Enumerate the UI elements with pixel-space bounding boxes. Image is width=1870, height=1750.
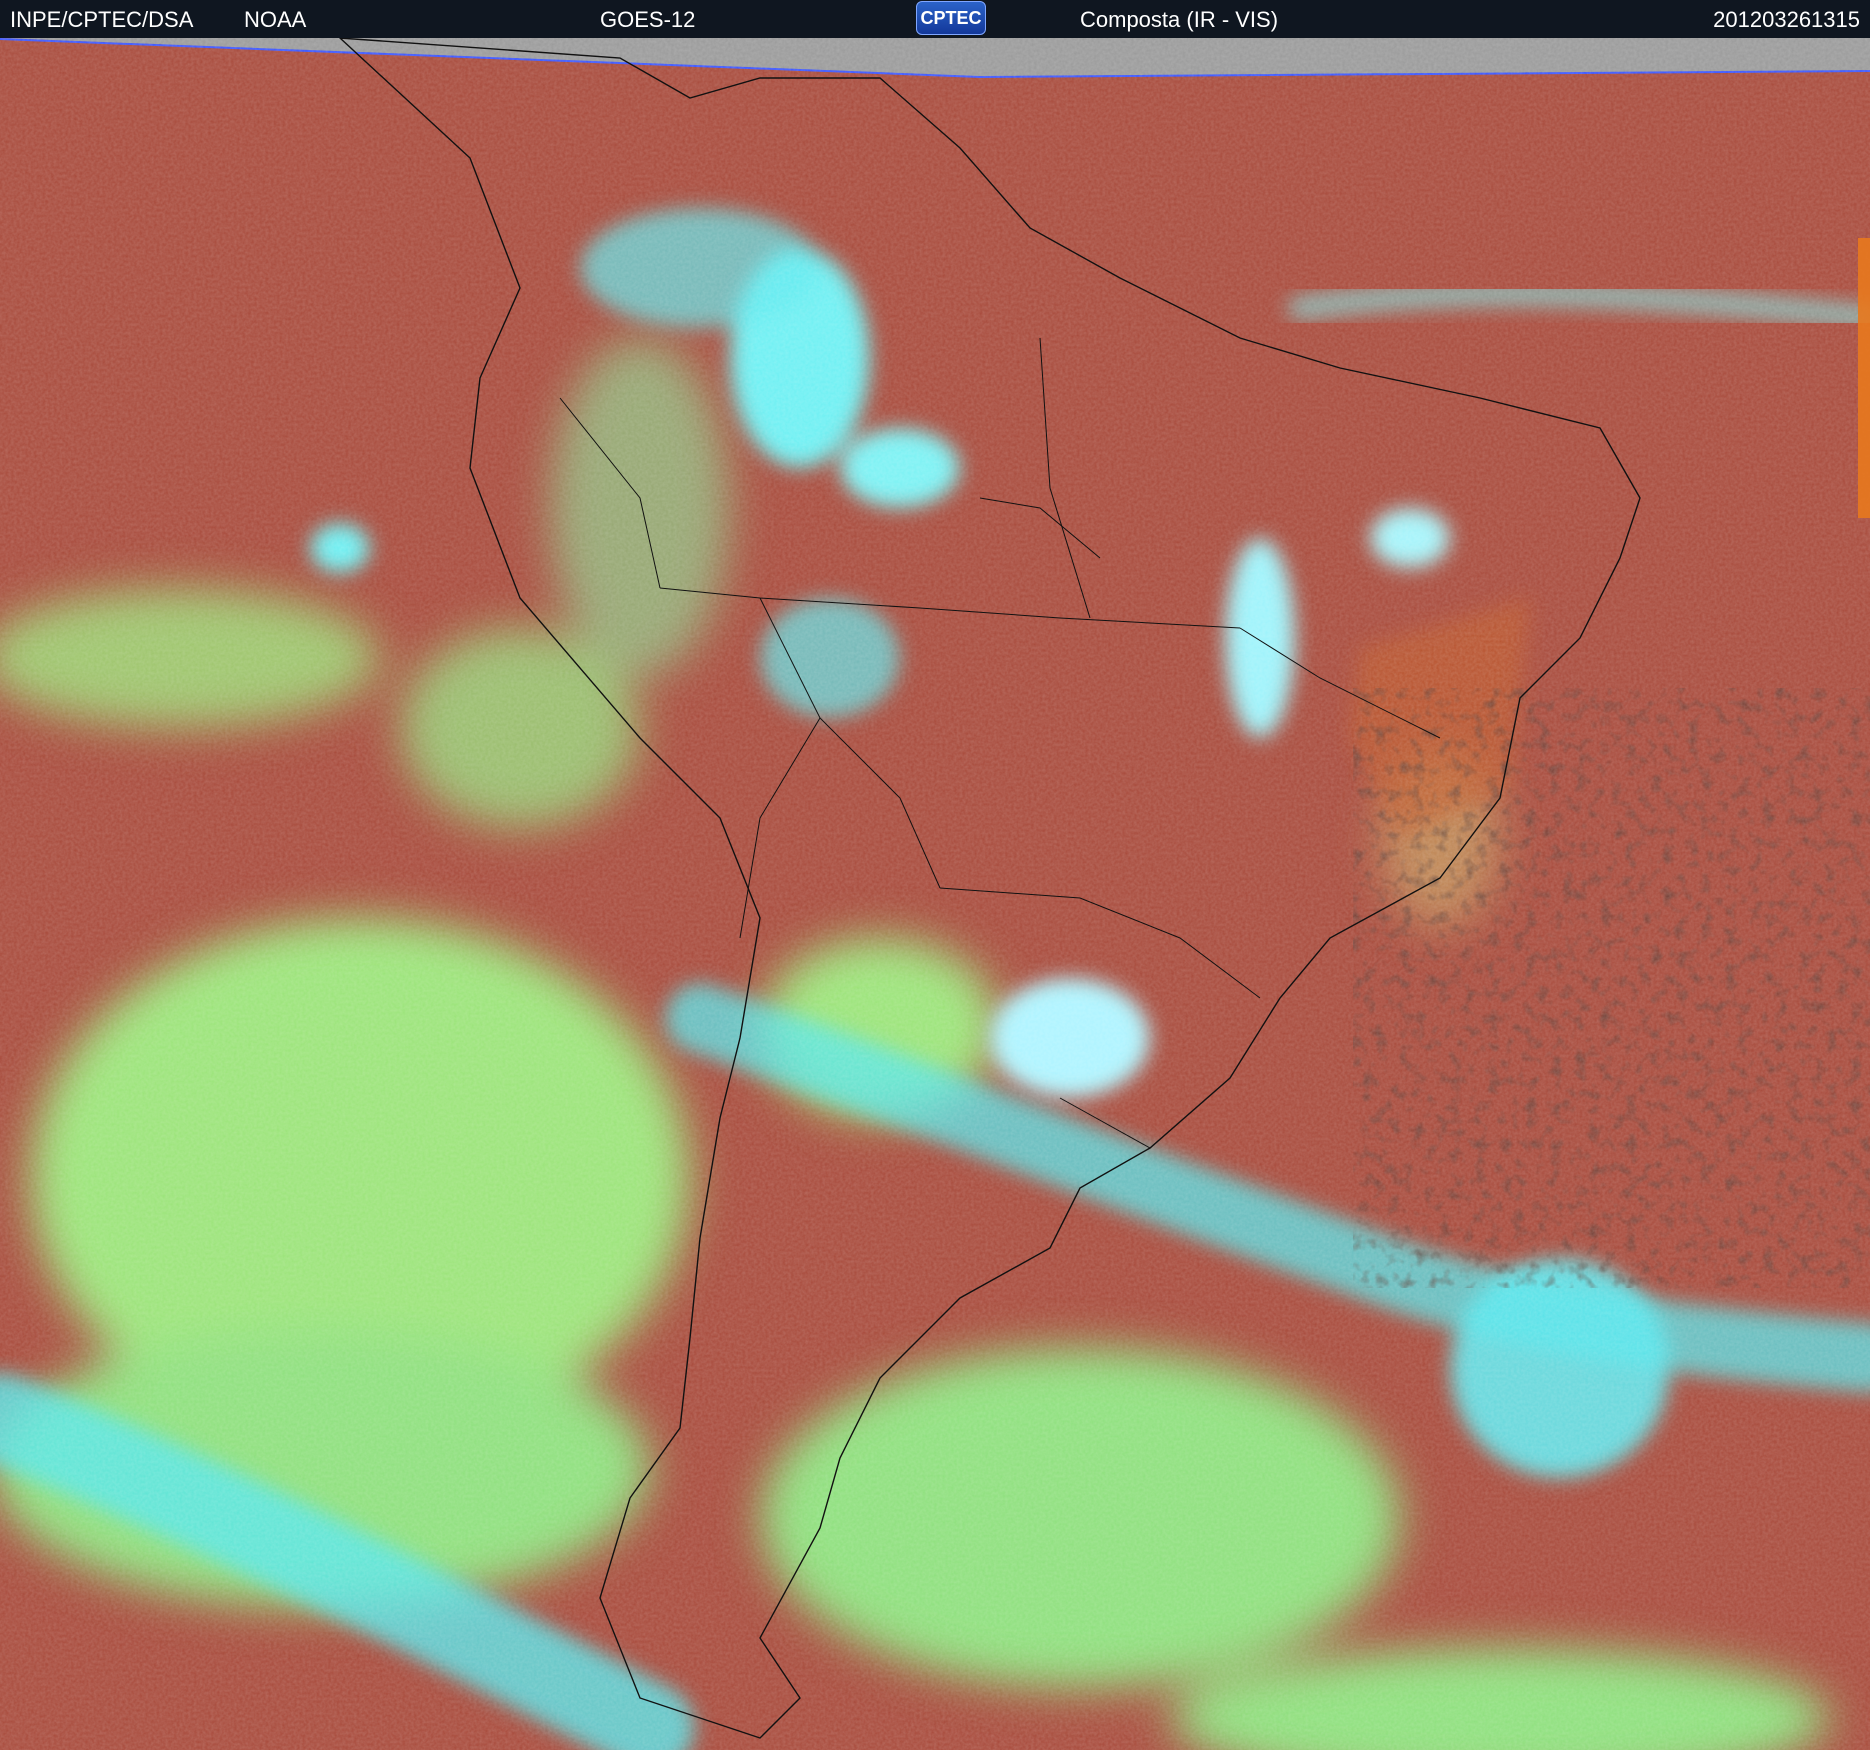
- source-label: INPE/CPTEC/DSA: [10, 7, 194, 32]
- satellite-composite-image: [0, 38, 1870, 1750]
- satellite-label: GOES-12: [600, 7, 696, 32]
- earth-limb-edge: [1858, 238, 1870, 518]
- cptec-logo: CPTEC: [916, 1, 986, 35]
- product-label: Composta (IR - VIS): [1080, 7, 1279, 32]
- image-header-bar: INPE/CPTEC/DSA NOAA GOES-12 CPTEC Compos…: [0, 0, 1870, 38]
- image-grain: [0, 38, 1870, 1750]
- satellite-image-svg: [0, 38, 1870, 1750]
- timestamp-label: 201203261315: [1713, 7, 1860, 32]
- agency-label: NOAA: [244, 7, 307, 32]
